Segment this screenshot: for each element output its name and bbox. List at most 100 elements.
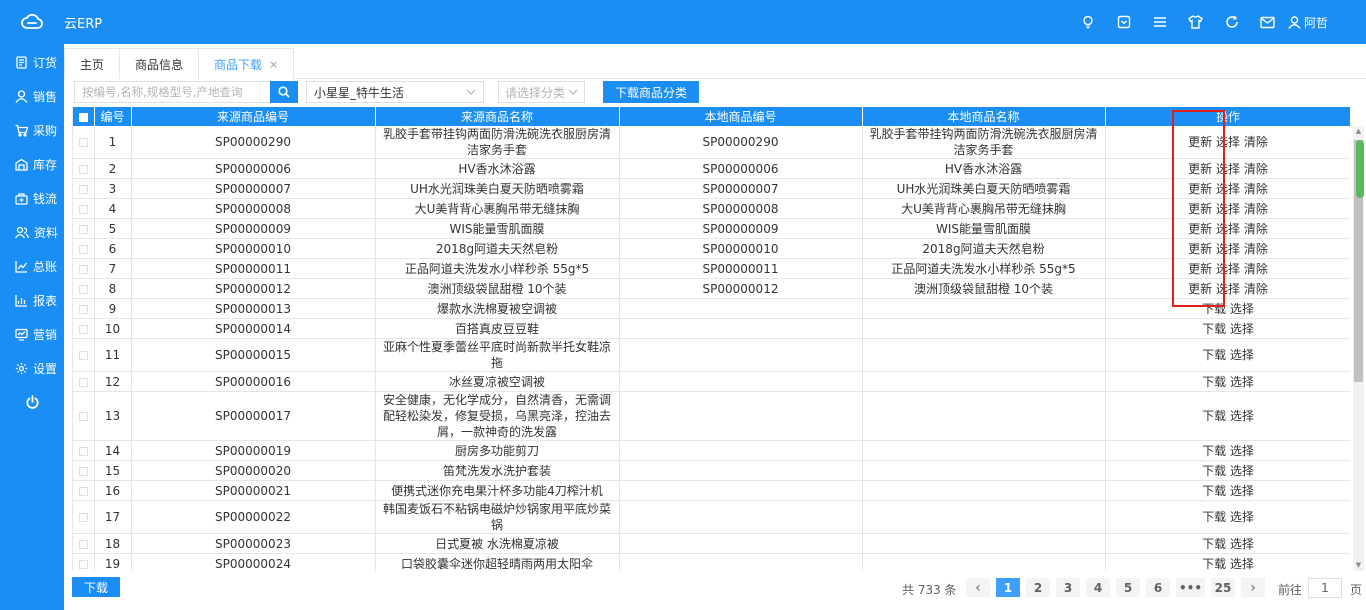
next-page-button[interactable]: ›	[1241, 578, 1266, 597]
minimize-icon[interactable]	[1106, 0, 1142, 44]
sidebar-item-marketing[interactable]: 营销	[0, 317, 64, 351]
row-action-link[interactable]: 清除	[1244, 262, 1268, 276]
sidebar-item-ledger[interactable]: 总账	[0, 249, 64, 283]
sidebar-item-sales[interactable]: 销售	[0, 79, 64, 113]
search-button[interactable]	[270, 81, 298, 103]
goto-page-input[interactable]	[1308, 578, 1342, 598]
row-action-link[interactable]: 选择	[1230, 510, 1254, 524]
side-drag-handle[interactable]	[1356, 140, 1364, 198]
row-checkbox[interactable]	[78, 244, 88, 254]
sidebar-item-order[interactable]: 订货	[0, 45, 64, 79]
row-action-link[interactable]: 选择	[1230, 484, 1254, 498]
row-action-link[interactable]: 清除	[1244, 182, 1268, 196]
row-action-link[interactable]: 选择	[1230, 557, 1254, 571]
row-checkbox[interactable]	[78, 559, 88, 569]
refresh-icon[interactable]	[1214, 0, 1250, 44]
row-checkbox[interactable]	[78, 204, 88, 214]
row-action-link[interactable]: 下载	[1202, 409, 1226, 423]
shop-select[interactable]: 小星星_特牛生活	[306, 81, 484, 103]
row-action-link[interactable]: 清除	[1244, 222, 1268, 236]
row-checkbox[interactable]	[78, 486, 88, 496]
row-checkbox[interactable]	[78, 446, 88, 456]
table-row[interactable]: 5 SP00000009 WIS能量雪肌面膜 SP00000009 WIS能量雪肌面膜更…	[73, 218, 1350, 239]
row-action-link[interactable]: 下载	[1202, 510, 1226, 524]
prev-page-button[interactable]: ‹	[966, 578, 990, 597]
sidebar-item-data[interactable]: 资料	[0, 215, 64, 249]
tab-close-icon[interactable]: ×	[269, 58, 278, 71]
row-action-link[interactable]: 清除	[1244, 202, 1268, 216]
table-row[interactable]: 7 SP00000011 正品阿道夫洗发水小样秒杀 55g*5 SP00000011 正…	[73, 258, 1350, 279]
row-action-link[interactable]: 下载	[1202, 348, 1226, 362]
row-checkbox[interactable]	[78, 304, 88, 314]
sidebar-item-purchase[interactable]: 采购	[0, 113, 64, 147]
row-action-link[interactable]: 下载	[1202, 375, 1226, 389]
scroll-down-arrow-icon[interactable]: ▼	[1353, 560, 1364, 571]
row-action-link[interactable]: 下载	[1202, 537, 1226, 551]
page-button[interactable]: 6	[1146, 578, 1170, 597]
power-button[interactable]	[0, 385, 64, 419]
table-row[interactable]: 11 SP00000015 亚麻个性夏季蕾丝平底时尚新款半托女鞋凉拖 下载 选择	[73, 338, 1350, 372]
table-row[interactable]: 3 SP00000007 UH水光润珠美白夏天防晒喷雾霜 SP00000007 UH水光…	[73, 178, 1350, 199]
table-row[interactable]: 18 SP00000023 日式夏被 水洗棉夏凉被 下载 选择	[73, 533, 1350, 554]
table-row[interactable]: 14 SP00000019 厨房多功能剪刀 下载 选择	[73, 440, 1350, 461]
row-action-link[interactable]: 选择	[1230, 409, 1254, 423]
page-button[interactable]: 2	[1026, 578, 1050, 597]
table-row[interactable]: 9 SP00000013 爆款水洗棉夏被空调被 下载 选择	[73, 298, 1350, 319]
bulb-icon[interactable]	[1070, 0, 1106, 44]
tab-home[interactable]: 主页	[64, 48, 121, 79]
table-row[interactable]: 12 SP00000016 冰丝夏凉被空调被 下载 选择	[73, 371, 1350, 392]
row-checkbox[interactable]	[78, 539, 88, 549]
row-action-link[interactable]: 下载	[1202, 484, 1226, 498]
row-checkbox[interactable]	[78, 224, 88, 234]
table-row[interactable]: 17 SP00000022 韩国麦饭石不粘锅电磁炉炒锅家用平底炒菜锅 下载 选择	[73, 500, 1350, 534]
row-action-link[interactable]: 选择	[1230, 375, 1254, 389]
sidebar-item-settings[interactable]: 设置	[0, 351, 64, 385]
row-action-link[interactable]: 选择	[1230, 302, 1254, 316]
row-checkbox[interactable]	[78, 264, 88, 274]
page-button[interactable]: 3	[1056, 578, 1080, 597]
row-action-link[interactable]: 选择	[1230, 322, 1254, 336]
row-action-link[interactable]: 清除	[1244, 242, 1268, 256]
row-checkbox[interactable]	[78, 513, 88, 522]
table-row[interactable]: 4 SP00000008 大U美背背心裹胸吊带无缝抹胸 SP00000008 大U美背背…	[73, 198, 1350, 219]
table-row[interactable]: 8 SP00000012 澳洲顶级袋鼠甜橙 10个装 SP00000012 澳洲顶级袋鼠…	[73, 278, 1350, 299]
row-action-link[interactable]: 清除	[1244, 135, 1268, 149]
row-action-link[interactable]: 选择	[1230, 464, 1254, 478]
row-action-link[interactable]: 选择	[1230, 348, 1254, 362]
row-action-link[interactable]: 下载	[1202, 322, 1226, 336]
row-checkbox[interactable]	[78, 284, 88, 294]
tab-product-info[interactable]: 商品信息	[119, 48, 200, 79]
table-row[interactable]: 13 SP00000017 安全健康，无化学成分，自然清香，无需调配轻松染发，修复受…	[73, 391, 1350, 441]
row-checkbox[interactable]	[78, 412, 88, 421]
table-row[interactable]: 19 SP00000024 口袋胶囊伞迷你超轻晴雨两用太阳伞 下载 选择	[73, 553, 1350, 571]
download-category-button[interactable]: 下载商品分类	[603, 81, 699, 103]
search-input[interactable]	[74, 81, 270, 103]
row-action-link[interactable]: 清除	[1244, 282, 1268, 296]
table-row[interactable]: 10 SP00000014 百搭真皮豆豆鞋 下载 选择	[73, 318, 1350, 339]
row-action-link[interactable]: 清除	[1244, 162, 1268, 176]
tab-product-download[interactable]: 商品下载 ×	[198, 48, 295, 80]
sidebar-item-inventory[interactable]: 库存	[0, 147, 64, 181]
row-checkbox[interactable]	[78, 184, 88, 194]
row-checkbox[interactable]	[78, 351, 88, 360]
menu-icon[interactable]	[1142, 0, 1178, 44]
table-row[interactable]: 2 SP00000006 HV香水沐浴露 SP00000006 HV香水沐浴露 更新 选择…	[73, 158, 1350, 179]
scroll-up-arrow-icon[interactable]: ▲	[1353, 126, 1364, 137]
page-button[interactable]: 5	[1116, 578, 1140, 597]
page-button[interactable]: 1	[996, 578, 1020, 597]
page-button[interactable]: 4	[1086, 578, 1110, 597]
row-checkbox[interactable]	[78, 466, 88, 476]
row-action-link[interactable]: 下载	[1202, 464, 1226, 478]
row-checkbox[interactable]	[78, 138, 88, 147]
more-pages-button[interactable]: •••	[1176, 578, 1206, 597]
page-button[interactable]: 25	[1211, 578, 1236, 597]
category-select[interactable]: 请选择分类	[498, 81, 585, 103]
table-row[interactable]: 16 SP00000021 便携式迷你充电果汁杯多功能4刀榨汁机 下载 选择	[73, 480, 1350, 501]
sidebar-item-cashflow[interactable]: 钱流	[0, 181, 64, 215]
row-checkbox[interactable]	[78, 324, 88, 334]
user-menu[interactable]: 阿哲	[1288, 14, 1328, 31]
table-row[interactable]: 6 SP00000010 2018g阿道夫天然皂粉 SP00000010 2018g阿道…	[73, 238, 1350, 259]
row-action-link[interactable]: 下载	[1202, 444, 1226, 458]
row-action-link[interactable]: 选择	[1230, 537, 1254, 551]
shirt-icon[interactable]	[1178, 0, 1214, 44]
